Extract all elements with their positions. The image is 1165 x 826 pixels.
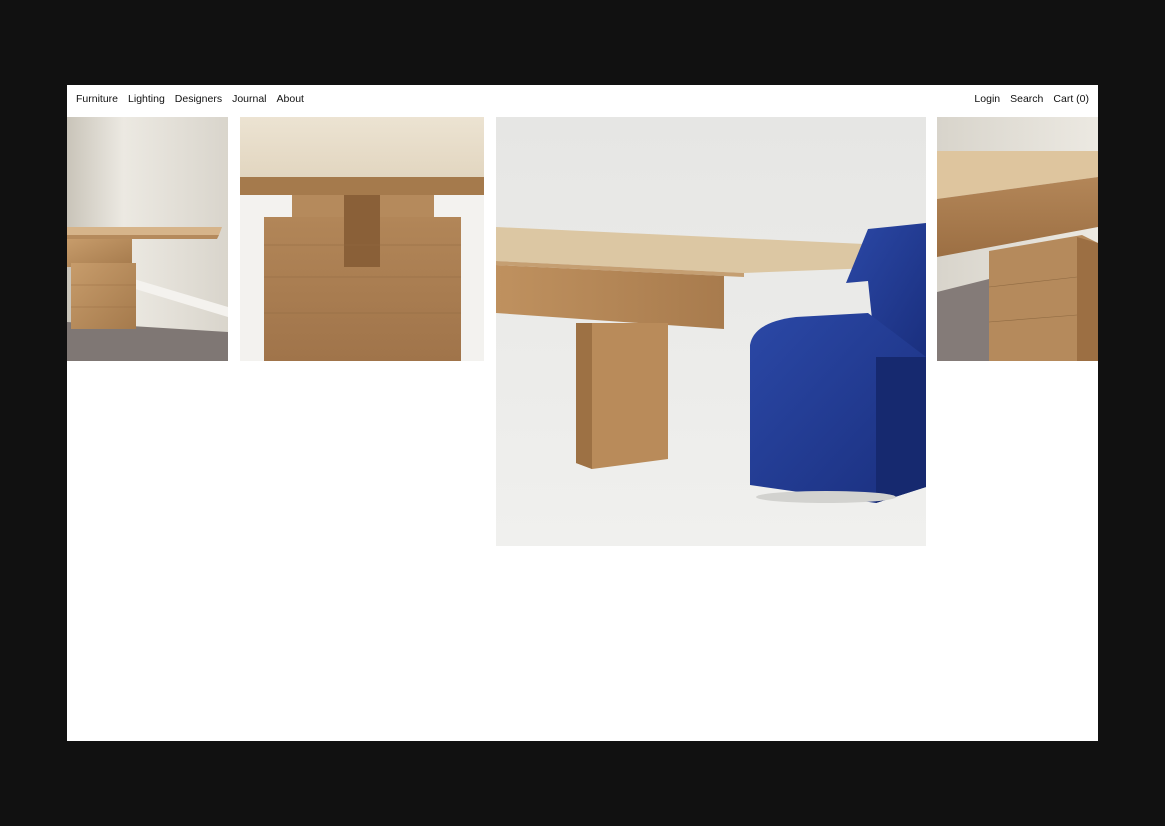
utility-nav: Login Search Cart (0) bbox=[974, 93, 1089, 105]
gallery-image-4[interactable] bbox=[937, 117, 1098, 361]
site-frame: Furniture Lighting Designers Journal Abo… bbox=[67, 85, 1098, 741]
cart-link[interactable]: Cart (0) bbox=[1053, 93, 1089, 105]
nav-designers[interactable]: Designers bbox=[175, 93, 222, 105]
nav-furniture[interactable]: Furniture bbox=[76, 93, 118, 105]
table-corner-photo bbox=[67, 117, 228, 361]
table-leg-joint-photo bbox=[240, 117, 484, 361]
primary-nav: Furniture Lighting Designers Journal Abo… bbox=[76, 93, 304, 105]
nav-about[interactable]: About bbox=[277, 93, 304, 105]
table-edge-photo bbox=[937, 117, 1098, 361]
gallery-image-1[interactable] bbox=[67, 117, 228, 361]
login-link[interactable]: Login bbox=[974, 93, 1000, 105]
gallery-image-3[interactable] bbox=[496, 117, 926, 546]
nav-lighting[interactable]: Lighting bbox=[128, 93, 165, 105]
nav-journal[interactable]: Journal bbox=[232, 93, 266, 105]
search-link[interactable]: Search bbox=[1010, 93, 1043, 105]
table-with-blue-chair-photo bbox=[496, 117, 926, 546]
top-navigation: Furniture Lighting Designers Journal Abo… bbox=[67, 85, 1098, 115]
gallery-image-2[interactable] bbox=[240, 117, 484, 361]
